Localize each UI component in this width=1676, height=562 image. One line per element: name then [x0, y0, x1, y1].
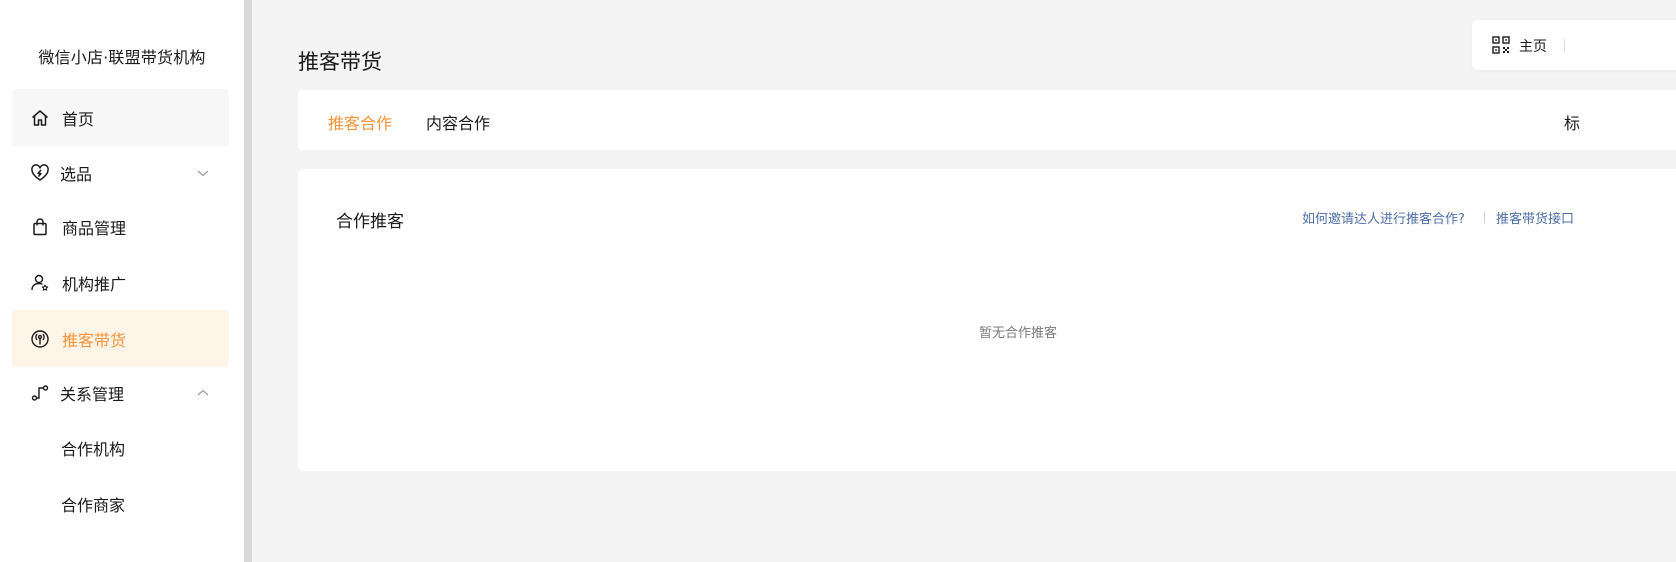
sidebar-item-home[interactable]: 首页: [12, 89, 229, 146]
heart-tag-icon: [30, 163, 50, 183]
tab-bar: 推客合作 内容合作 标: [298, 90, 1676, 150]
sidebar-item-promoter-sales[interactable]: 推客带货: [12, 310, 229, 367]
shopping-bag-icon: [30, 217, 50, 237]
sidebar-item-label: 关系管理: [60, 384, 125, 404]
sidebar-item-relationship-management[interactable]: 关系管理: [12, 364, 229, 421]
broadcast-icon: [30, 329, 50, 349]
tab-bar-right-text[interactable]: 标: [1564, 110, 1580, 134]
sidebar-item-label: 机构推广: [62, 274, 127, 294]
brand-title: 微信小店·联盟带货机构: [38, 48, 206, 67]
relation-icon: [30, 383, 50, 403]
invite-help-link[interactable]: 如何邀请达人进行推客合作?: [1302, 208, 1465, 227]
sidebar: 微信小店·联盟带货机构 首页 选品 商品管理 机构推广 推客带货 关系管理 合作…: [0, 0, 244, 562]
home-icon: [30, 108, 50, 128]
tab-content-cooperation[interactable]: 内容合作: [426, 110, 490, 134]
home-link[interactable]: 主页: [1519, 36, 1547, 56]
sidebar-item-product-management[interactable]: 商品管理: [12, 198, 229, 255]
page-title: 推客带货: [298, 50, 382, 74]
top-toolbar: 主页: [1472, 20, 1676, 70]
sidebar-item-label: 选品: [60, 164, 93, 184]
sidebar-item-partner-orgs[interactable]: 合作机构: [12, 419, 229, 476]
sidebar-item-selection[interactable]: 选品: [12, 144, 229, 201]
sidebar-item-label: 合作机构: [61, 439, 126, 459]
qr-code-icon: [1492, 36, 1510, 54]
section-title: 合作推客: [336, 212, 404, 232]
api-link[interactable]: 推客带货接口: [1496, 208, 1574, 227]
tab-promoter-cooperation[interactable]: 推客合作: [328, 110, 392, 134]
empty-state-text: 暂无合作推客: [978, 326, 1057, 341]
sidebar-item-partner-merchants[interactable]: 合作商家: [12, 475, 229, 532]
cooperation-panel: 合作推客 如何邀请达人进行推客合作? 推客带货接口 暂无合作推客: [298, 169, 1676, 471]
user-star-icon: [30, 273, 50, 293]
link-divider: [1484, 212, 1485, 223]
chevron-up-icon: [197, 389, 209, 395]
sidebar-scrollbar[interactable]: [244, 0, 252, 562]
sidebar-item-label: 推客带货: [62, 330, 127, 350]
sidebar-item-label: 合作商家: [61, 495, 126, 515]
toolbar-divider: [1564, 39, 1565, 52]
sidebar-item-org-promotion[interactable]: 机构推广: [12, 254, 229, 311]
sidebar-item-label: 商品管理: [62, 218, 127, 238]
chevron-down-icon: [197, 170, 209, 176]
sidebar-item-label: 首页: [62, 109, 95, 129]
